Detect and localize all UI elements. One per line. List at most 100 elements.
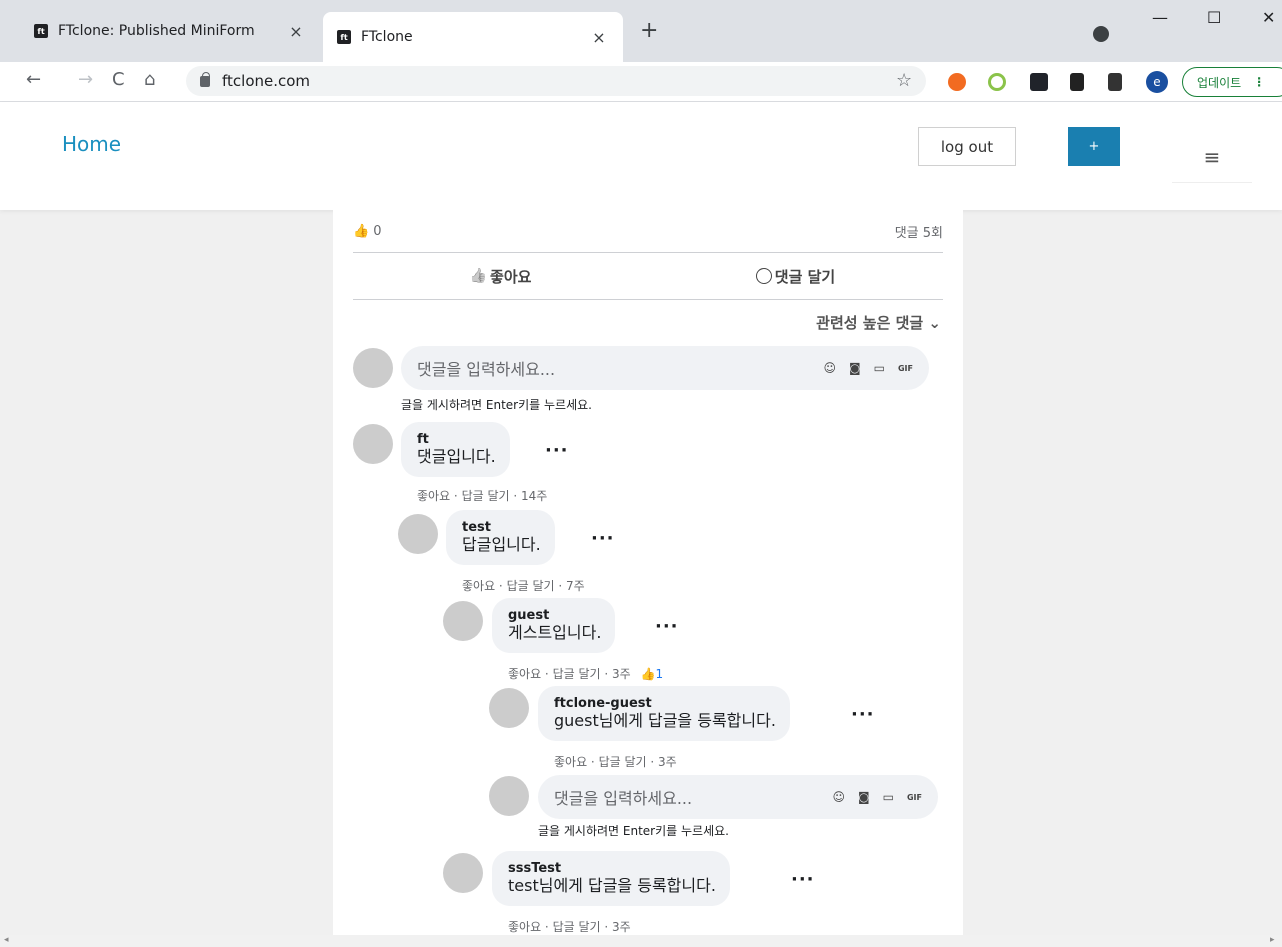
comment-meta[interactable]: 좋아요 · 답글 달기 · 3주 (508, 918, 631, 935)
like-button-label: 좋아요 (490, 267, 532, 286)
thumbs-up-icon: 👍 (640, 667, 656, 681)
emoji-icon[interactable]: ☺ (832, 790, 845, 804)
comment-text: guest님에게 답글을 등록합니다. (554, 711, 776, 730)
comment-input[interactable]: 댓글을 입력하세요... ☺ ◙ ▭ GIF (401, 346, 929, 390)
comment-meta[interactable]: 좋아요 · 답글 달기 · 14주 (417, 487, 547, 504)
gif-icon[interactable]: GIF (907, 793, 922, 802)
site-header: Home log out + ≡ (0, 102, 1282, 210)
speech-bubble-icon (755, 268, 772, 284)
avatar (353, 348, 393, 388)
post-stats: 👍 0 댓글 5회 (353, 222, 943, 241)
comment-author[interactable]: sssTest (508, 861, 716, 876)
more-options-icon[interactable]: ··· (655, 616, 679, 637)
back-button[interactable]: ← (26, 69, 41, 90)
camera-icon[interactable]: ◙ (858, 790, 870, 804)
thumbs-up-outline-icon: 👍 (469, 268, 488, 284)
like-count[interactable]: 👍 0 (353, 222, 381, 241)
avatar (398, 514, 438, 554)
kebab-menu-icon: ⋮ (1253, 75, 1266, 89)
more-options-icon[interactable]: ··· (851, 704, 875, 725)
comment-text: 게스트입니다. (508, 623, 602, 642)
camera-icon[interactable]: ◙ (849, 361, 861, 375)
avatar (489, 776, 529, 816)
comment-author[interactable]: test (462, 520, 541, 535)
comment-text: 댓글입니다. (417, 447, 496, 466)
new-tab-button[interactable]: + (640, 18, 658, 43)
scroll-left-arrow-icon[interactable]: ◂ (4, 935, 9, 945)
chrome-profile-icon[interactable] (1093, 26, 1109, 42)
like-count-value: 0 (373, 224, 382, 239)
comment-author[interactable]: ft (417, 432, 496, 447)
post-actions: 👍 좋아요 댓글 달기 (353, 252, 943, 300)
ftclone-favicon-icon: ft (337, 30, 351, 44)
create-post-button[interactable]: + (1068, 127, 1120, 166)
comment-text: test님에게 답글을 등록합니다. (508, 876, 716, 895)
comment-bubble: sssTest test님에게 답글을 등록합니다. (492, 851, 730, 906)
browser-tab-bar: ft FTclone: Published MiniForm × ft FTcl… (0, 0, 1282, 62)
horizontal-scrollbar[interactable]: ◂ ▸ (0, 935, 1282, 947)
extension-icon[interactable] (948, 73, 966, 91)
avatar (489, 688, 529, 728)
composer-hint: 글을 게시하려면 Enter키를 누르세요. (401, 398, 592, 412)
gif-icon[interactable]: GIF (898, 364, 913, 373)
input-icons: ☺ ◙ ▭ GIF (832, 790, 922, 804)
more-options-icon[interactable]: ··· (591, 528, 615, 549)
minimize-button[interactable]: — (1152, 8, 1168, 27)
tab-title: FTclone (361, 29, 413, 45)
reload-button[interactable]: C (112, 69, 125, 90)
comment-bubble: ft 댓글입니다. (401, 422, 510, 477)
more-options-icon[interactable]: ··· (545, 440, 569, 461)
react-devtools-icon[interactable] (1030, 73, 1048, 91)
tab-ftclone[interactable]: ft FTclone × (323, 12, 623, 62)
reply-input[interactable]: 댓글을 입력하세요... ☺ ◙ ▭ GIF (538, 775, 938, 819)
video-icon[interactable]: ▭ (874, 361, 885, 375)
comment-sort-dropdown[interactable]: 관련성 높은 댓글 ⌄ (816, 312, 941, 333)
comment-bubble: guest 게스트입니다. (492, 598, 616, 653)
emoji-icon[interactable]: ☺ (823, 361, 836, 375)
comment-meta[interactable]: 좋아요 · 답글 달기 · 3주 👍1 (508, 665, 663, 682)
avatar (443, 601, 483, 641)
extension-icon[interactable] (988, 73, 1006, 91)
bookmark-star-icon[interactable]: ☆ (896, 70, 912, 91)
avatar (353, 424, 393, 464)
post-card: 👍 0 댓글 5회 👍 좋아요 댓글 달기 관련성 높은 댓글 ⌄ 댓글을 입력… (333, 210, 963, 935)
comment-bubble: ftclone-guest guest님에게 답글을 등록합니다. (538, 686, 790, 741)
hamburger-menu-icon[interactable]: ≡ (1172, 137, 1252, 183)
forward-button[interactable]: → (78, 69, 93, 90)
comment-author[interactable]: guest (508, 608, 601, 623)
maximize-button[interactable]: ☐ (1207, 8, 1221, 27)
scroll-right-arrow-icon[interactable]: ▸ (1270, 935, 1275, 945)
home-link[interactable]: Home (62, 132, 121, 156)
comment-input-placeholder: 댓글을 입력하세요... (417, 360, 556, 379)
ftclone-favicon-icon: ft (34, 24, 48, 38)
comment-author[interactable]: ftclone-guest (554, 696, 776, 711)
url-text: ftclone.com (222, 72, 311, 90)
lock-icon (200, 71, 210, 87)
composer-hint: 글을 게시하려면 Enter키를 누르세요. (538, 824, 729, 838)
tab-title: FTclone: Published MiniForm (58, 23, 255, 39)
comment-count[interactable]: 댓글 5회 (895, 222, 943, 241)
tab-published-miniform[interactable]: ft FTclone: Published MiniForm × (20, 12, 320, 50)
tab-close-icon[interactable]: × (286, 22, 306, 41)
thumbs-up-icon: 👍 (353, 224, 370, 239)
video-icon[interactable]: ▭ (883, 790, 894, 804)
more-options-icon[interactable]: ··· (791, 869, 815, 890)
home-button[interactable]: ⌂ (144, 69, 155, 90)
tab-close-icon[interactable]: × (589, 28, 609, 47)
update-button[interactable]: 업데이트 ⋮ (1182, 67, 1282, 97)
comment-button[interactable]: 댓글 달기 (648, 253, 943, 299)
comment-meta[interactable]: 좋아요 · 답글 달기 · 3주 (554, 753, 677, 770)
extension-icon[interactable] (1070, 73, 1084, 91)
comment-bubble: test 답글입니다. (446, 510, 555, 565)
like-button[interactable]: 👍 좋아요 (353, 253, 648, 299)
puzzle-extensions-icon[interactable] (1108, 73, 1122, 91)
comment-meta-text: 좋아요 · 답글 달기 · 3주 (508, 667, 631, 681)
address-bar[interactable]: ftclone.com (186, 66, 926, 96)
comment-button-label: 댓글 달기 (774, 267, 836, 286)
comment-text: 답글입니다. (462, 535, 541, 554)
comment-like-count: 👍1 (641, 667, 664, 681)
comment-meta[interactable]: 좋아요 · 답글 달기 · 7주 (462, 577, 585, 594)
logout-button[interactable]: log out (918, 127, 1016, 166)
profile-avatar[interactable]: e (1146, 71, 1168, 93)
close-window-button[interactable]: ✕ (1262, 8, 1275, 27)
